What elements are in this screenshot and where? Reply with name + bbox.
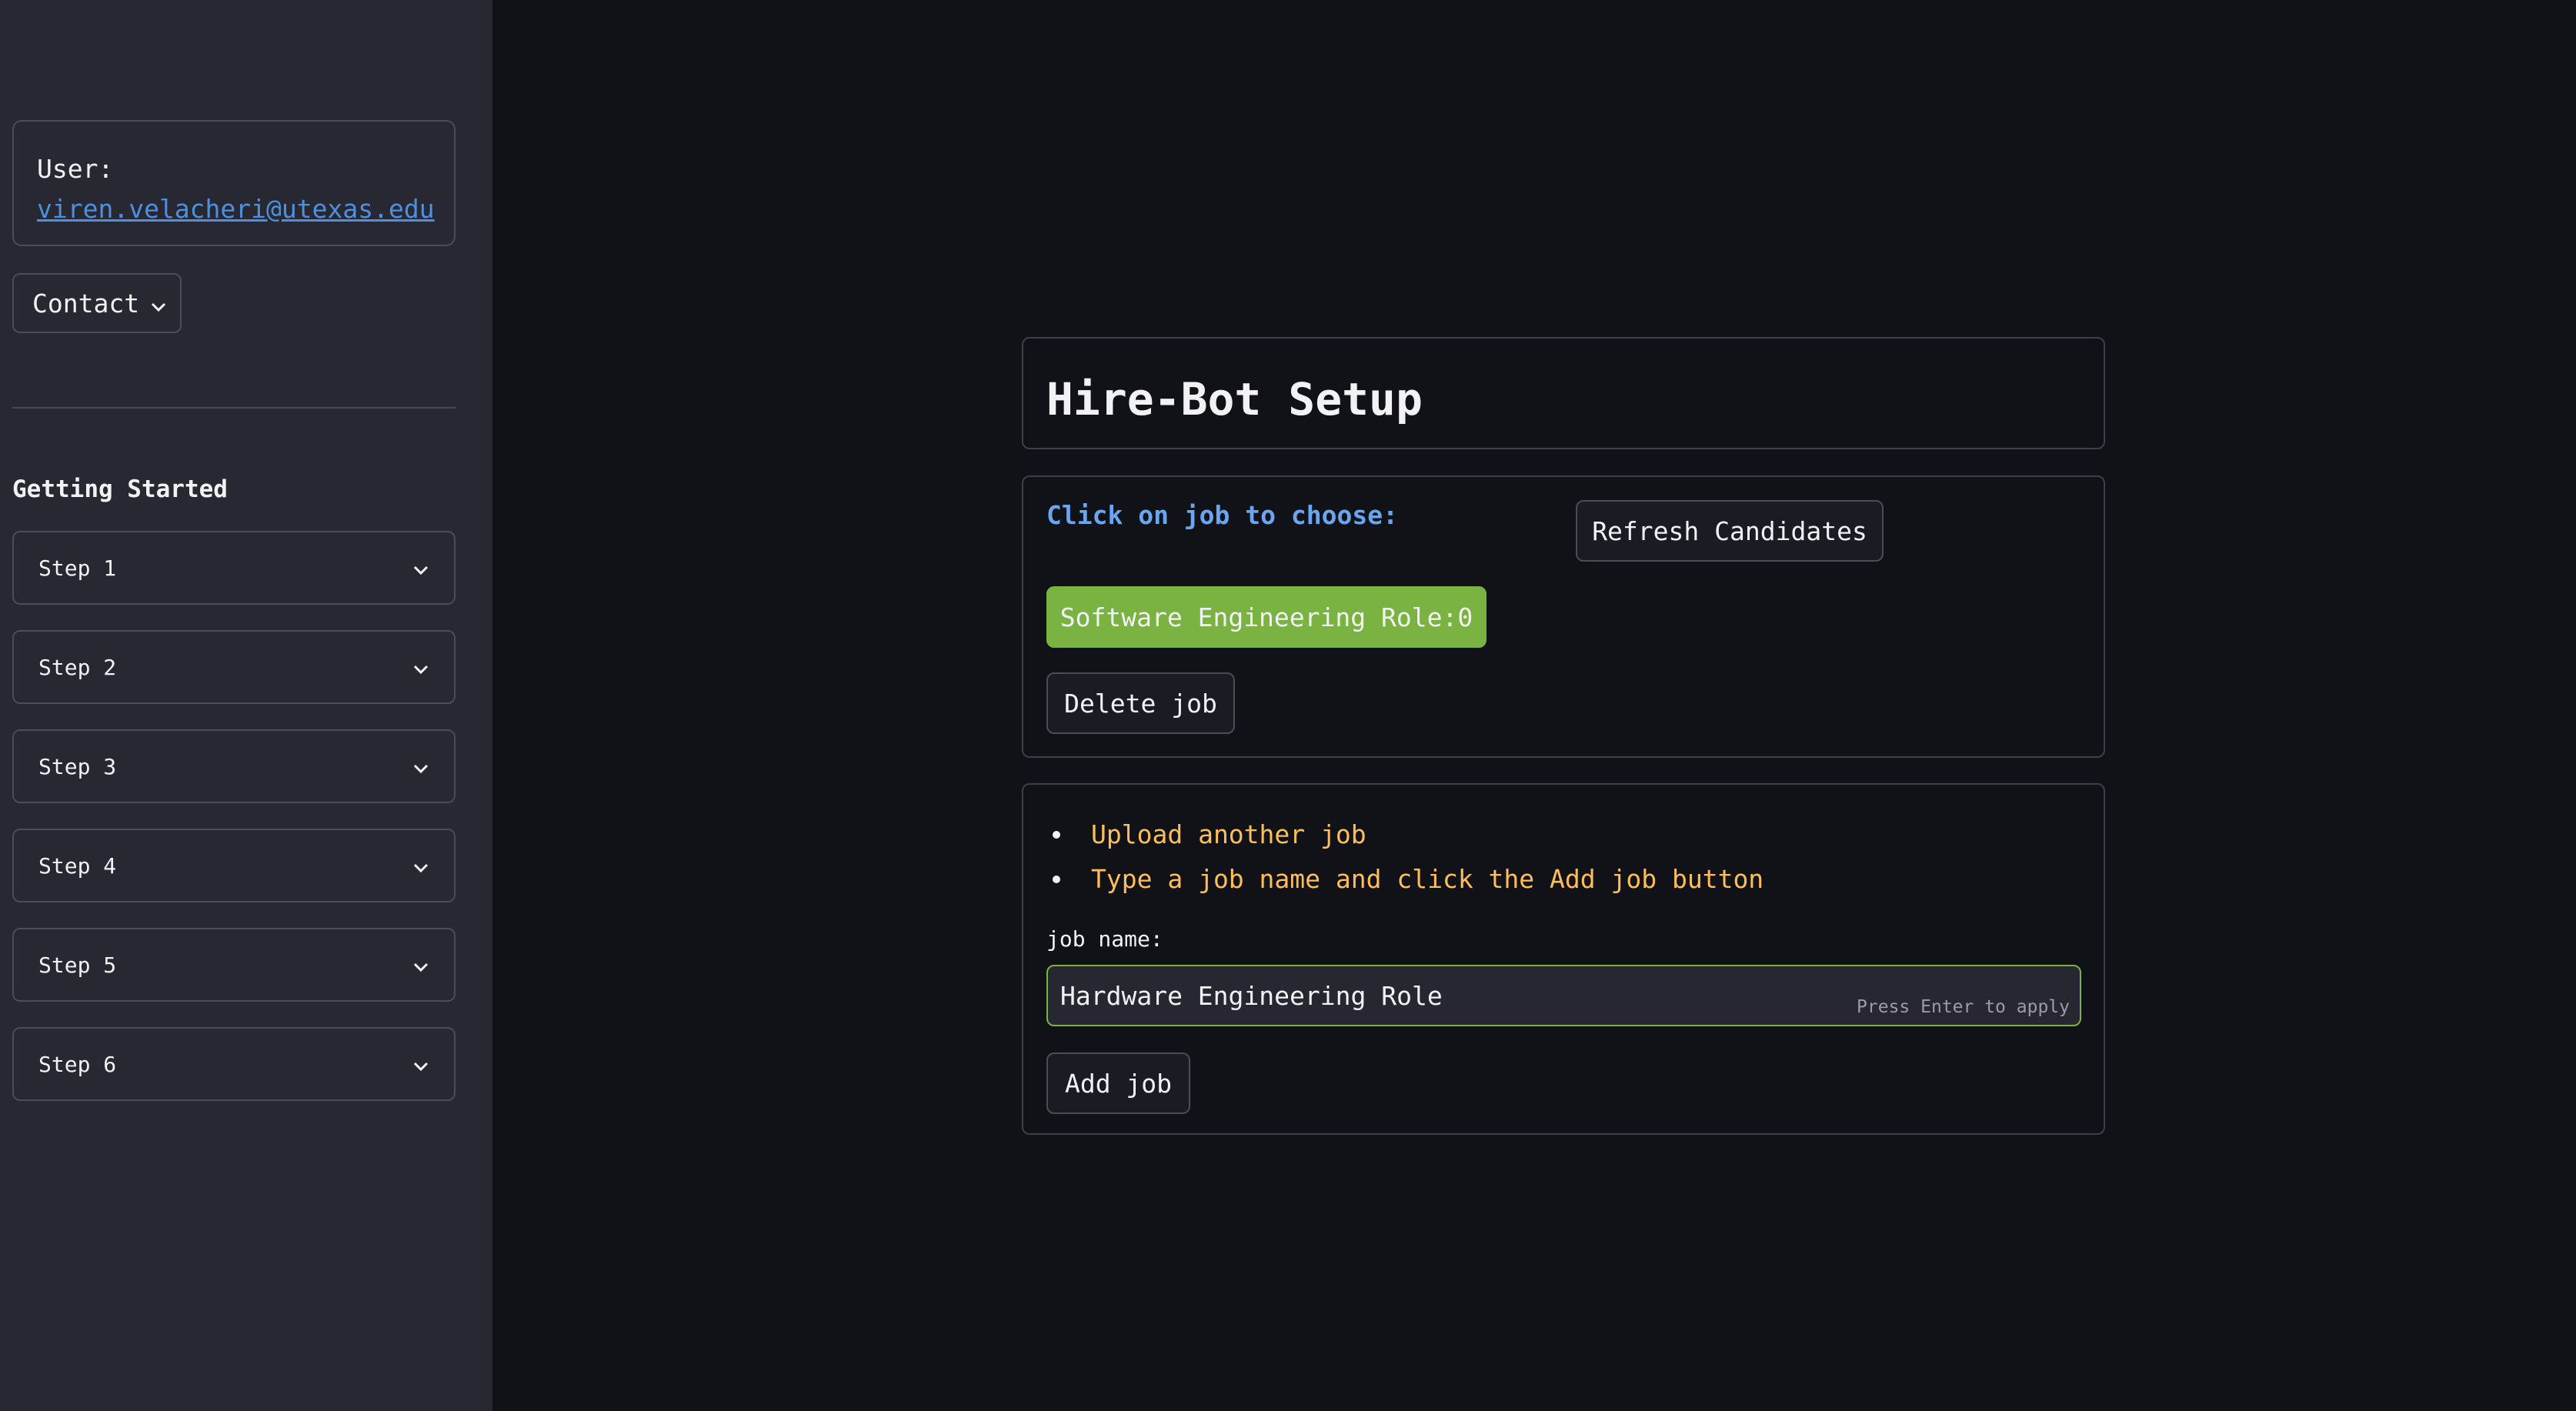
chevron-down-icon: [412, 1052, 429, 1077]
app-root: User: viren.velacheri@utexas.edu Contact…: [0, 0, 2576, 1411]
instructions-list: Upload another job Type a job name and c…: [1046, 812, 1763, 902]
page-title: Hire-Bot Setup: [1046, 373, 1423, 425]
contact-dropdown-button[interactable]: Contact: [12, 273, 182, 333]
sidebar: User: viren.velacheri@utexas.edu Contact…: [0, 0, 492, 1411]
step-4-expander[interactable]: Step 4: [12, 829, 455, 902]
step-3-expander[interactable]: Step 3: [12, 729, 455, 803]
list-item: Upload another job: [1046, 812, 1763, 857]
step-label: Step 1: [38, 555, 117, 581]
list-item: Type a job name and click the Add job bu…: [1046, 857, 1763, 902]
step-label: Step 6: [38, 1051, 117, 1077]
chevron-down-icon: [412, 754, 429, 779]
step-label: Step 2: [38, 654, 117, 680]
step-5-expander[interactable]: Step 5: [12, 928, 455, 1002]
chevron-down-icon: [412, 853, 429, 879]
job-chip-software-engineering[interactable]: Software Engineering Role:0: [1046, 586, 1487, 648]
chevron-down-icon: [412, 952, 429, 978]
delete-job-button[interactable]: Delete job: [1046, 672, 1235, 734]
sidebar-divider: [12, 407, 455, 409]
add-job-card: Upload another job Type a job name and c…: [1022, 783, 2105, 1135]
user-email-link[interactable]: viren.velacheri@utexas.edu: [37, 189, 435, 229]
step-1-expander[interactable]: Step 1: [12, 531, 455, 605]
chevron-down-icon: [412, 655, 429, 680]
step-6-expander[interactable]: Step 6: [12, 1027, 455, 1101]
user-info-box: User: viren.velacheri@utexas.edu: [12, 120, 455, 246]
add-job-button[interactable]: Add job: [1046, 1052, 1190, 1114]
step-2-expander[interactable]: Step 2: [12, 630, 455, 704]
step-label: Step 4: [38, 852, 117, 879]
user-label: User:: [37, 154, 114, 184]
job-name-input[interactable]: [1046, 965, 2081, 1026]
title-card: Hire-Bot Setup: [1022, 337, 2105, 449]
job-name-label: job name:: [1046, 926, 1163, 952]
getting-started-heading: Getting Started: [12, 475, 228, 503]
contact-label: Contact: [32, 288, 140, 319]
refresh-candidates-button[interactable]: Refresh Candidates: [1576, 500, 1884, 562]
jobs-card: Click on job to choose: Refresh Candidat…: [1022, 475, 2105, 758]
chevron-down-icon: [412, 555, 429, 581]
step-label: Step 5: [38, 952, 117, 978]
chevron-down-icon: [150, 289, 167, 319]
step-label: Step 3: [38, 753, 117, 779]
press-enter-hint: Press Enter to apply: [1857, 997, 2070, 1017]
choose-job-label: Click on job to choose:: [1046, 500, 1398, 530]
